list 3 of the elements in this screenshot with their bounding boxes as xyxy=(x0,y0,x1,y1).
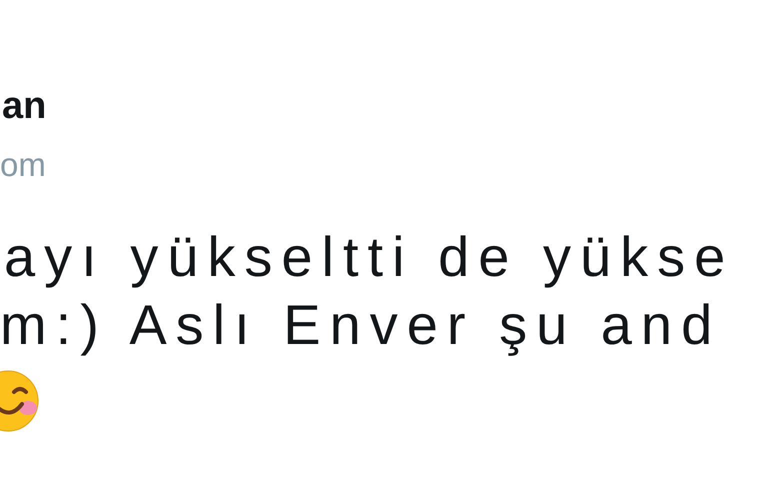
tweet-text: m:) Aslı Enver şu and xyxy=(0,292,722,358)
tweet-text: ayı yükseltti de yükse xyxy=(4,224,734,290)
author-name[interactable]: an xyxy=(2,86,46,126)
